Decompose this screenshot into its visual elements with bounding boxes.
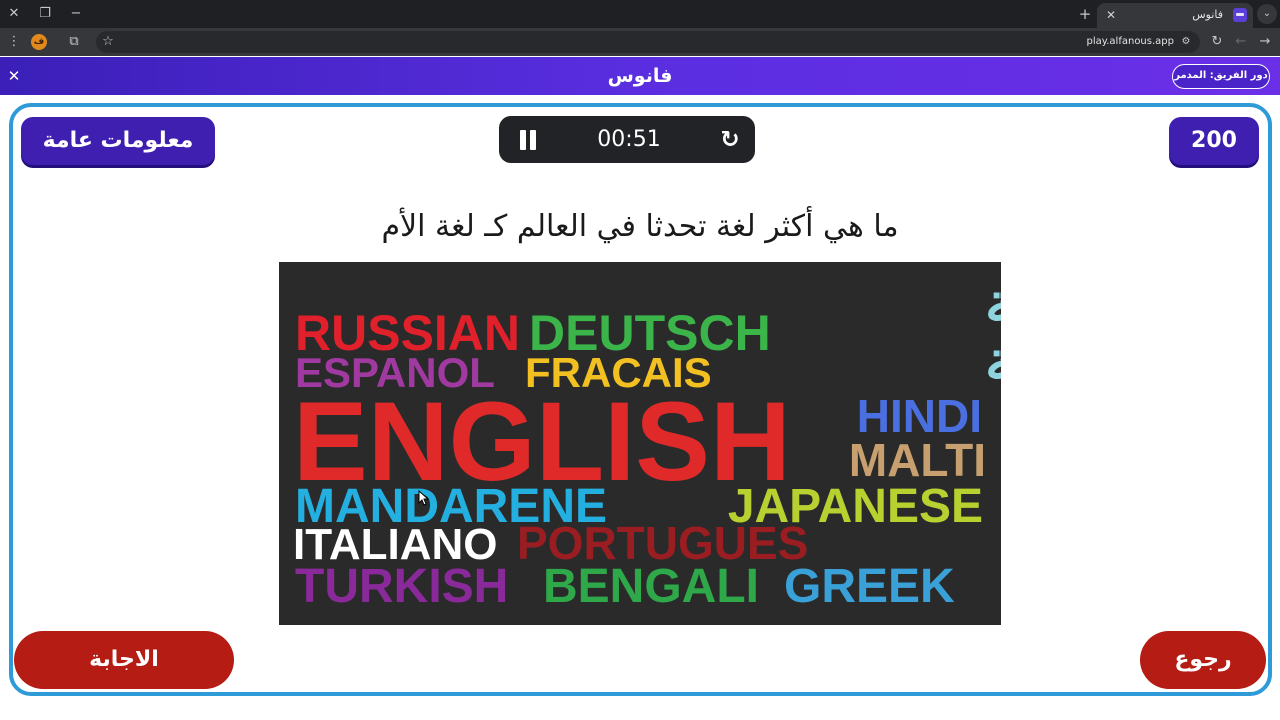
bookmark-star-icon[interactable]: ☆ — [98, 32, 118, 52]
team-turn-badge: دور الفريق: المدمر — [1172, 64, 1270, 89]
minimize-icon[interactable]: − — [65, 4, 87, 24]
tab-close-icon[interactable]: ✕ — [1103, 5, 1119, 25]
reload-icon[interactable]: ↻ — [1207, 32, 1227, 52]
points-badge: 200 — [1169, 117, 1259, 165]
word-arabic-1: اللغة — [985, 271, 1001, 334]
word-turkish: TURKISH — [295, 560, 508, 613]
new-tab-icon[interactable]: + — [1076, 4, 1094, 24]
menu-icon[interactable]: ⋮ — [4, 32, 24, 52]
app-header: ✕ فانوس دور الفريق: المدمر — [0, 57, 1280, 95]
tab-search-icon[interactable]: ⌄ — [1257, 4, 1277, 24]
tab-favicon-icon — [1233, 8, 1247, 22]
close-icon[interactable]: ✕ — [3, 4, 25, 24]
word-malti: MALTI — [849, 434, 986, 486]
timer-display: 00:51 — [597, 127, 661, 152]
browser-tab[interactable]: ✕ فانوس — [1097, 3, 1253, 28]
mouse-cursor-icon — [418, 490, 430, 506]
timer: 00:51 ↻ — [499, 116, 755, 163]
app-logo: فانوس — [607, 65, 673, 87]
languages-word-cloud: RUSSIAN DEUTSCH اللغة العربية ESPANOL FR… — [279, 262, 1001, 625]
site-info-icon[interactable]: ⚙ — [1178, 34, 1194, 50]
address-bar[interactable]: ☆ play.alfanous.app ⚙ — [96, 31, 1200, 53]
question-text: ما هي أكثر لغة تحدثا في العالم كـ لغة ال… — [381, 209, 899, 244]
extensions-puzzle-icon[interactable]: ⧉ — [64, 32, 84, 52]
close-game-icon[interactable]: ✕ — [5, 65, 23, 87]
word-greek: GREEK — [784, 560, 955, 613]
word-bengali: BENGALI — [543, 560, 759, 613]
url-text[interactable]: play.alfanous.app — [1087, 34, 1175, 50]
pause-icon[interactable] — [517, 129, 539, 151]
extension-icon[interactable]: ف — [31, 34, 47, 50]
question-image: RUSSIAN DEUTSCH اللغة العربية ESPANOL FR… — [279, 262, 1001, 625]
browser-tab-strip: ✕ ❐ − + ✕ فانوس ⌄ — [0, 0, 1280, 28]
browser-toolbar: ⋮ ف ⧉ ☆ play.alfanous.app ⚙ ↻ ← → — [0, 28, 1280, 56]
back-icon[interactable]: ← — [1231, 32, 1251, 52]
word-arabic-2: العربية — [985, 329, 1001, 395]
tab-title: فانوس — [1192, 8, 1223, 21]
answer-button[interactable]: الاجابة — [14, 631, 234, 689]
restore-icon[interactable]: ❐ — [34, 4, 56, 24]
category-label: معلومات عامة — [21, 117, 215, 165]
reset-timer-icon[interactable]: ↻ — [717, 127, 743, 153]
back-button[interactable]: رجوع — [1140, 631, 1266, 689]
forward-icon[interactable]: → — [1255, 32, 1275, 52]
